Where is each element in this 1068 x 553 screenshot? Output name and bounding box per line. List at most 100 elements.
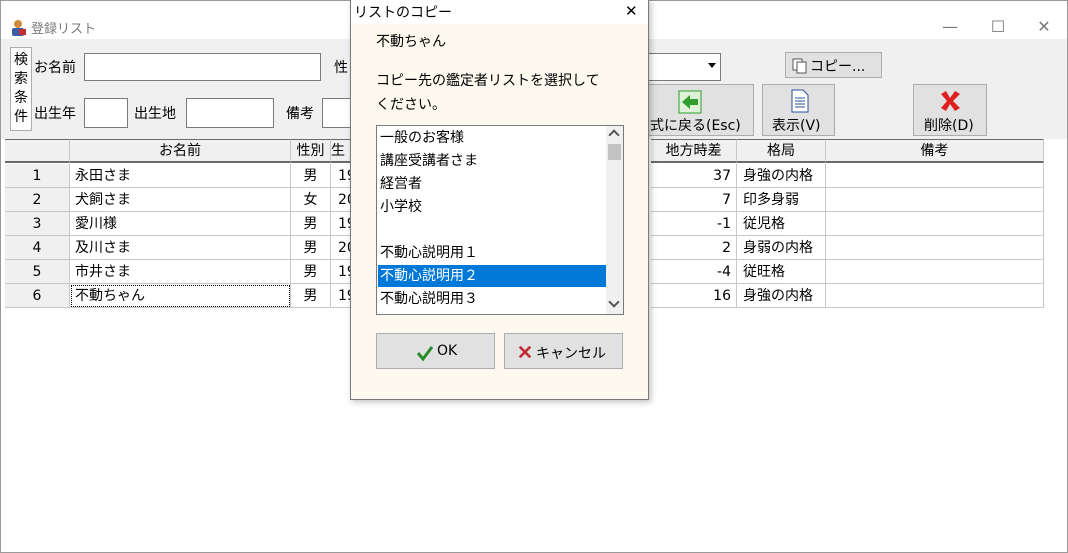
dialog-prompt-line2: ください。	[376, 97, 446, 113]
dialog-prompt-line1: コピー先の鑑定者リストを選択して	[376, 73, 600, 89]
cell-sex[interactable]: 男	[291, 212, 331, 236]
list-item-selected[interactable]: 不動心説明用２	[378, 265, 607, 287]
name-label: お名前	[34, 60, 76, 76]
dialog-body: 不動ちゃん コピー先の鑑定者リストを選択して ください。 一般のお客様 講座受講…	[351, 24, 648, 399]
cell-name[interactable]: 市井さま	[70, 260, 291, 284]
cell-sex[interactable]: 女	[291, 188, 331, 212]
cell-name[interactable]: 及川さま	[70, 236, 291, 260]
minimize-button[interactable]: —	[928, 15, 972, 39]
cell-kakkyoku[interactable]: 身強の内格	[737, 284, 826, 308]
cell-sex[interactable]: 男	[291, 236, 331, 260]
cell-birth[interactable]: 19	[331, 164, 351, 188]
back-button[interactable]: 式に戻る(Esc)	[648, 84, 754, 136]
cell-kakkyoku[interactable]: 従旺格	[737, 260, 826, 284]
cell-remarks[interactable]	[826, 236, 1044, 260]
header-sex[interactable]: 性別	[291, 139, 331, 163]
row-number: 4	[5, 236, 70, 260]
header-name[interactable]: お名前	[70, 139, 291, 163]
birth-year-input[interactable]	[84, 98, 128, 128]
check-icon	[416, 346, 434, 362]
cell-kakkyoku[interactable]: 身強の内格	[737, 164, 826, 188]
birthplace-label: 出生地	[134, 106, 176, 122]
cancel-button[interactable]: キャンセル	[504, 333, 623, 369]
cell-name-focused[interactable]: 不動ちゃん	[70, 284, 291, 308]
back-arrow-icon	[678, 90, 702, 114]
copy-button-label: コピー...	[810, 59, 866, 75]
list-item[interactable]: 経営者	[378, 173, 607, 195]
sex-select[interactable]	[648, 53, 721, 81]
cell-birth[interactable]: 19	[331, 284, 351, 308]
list-item[interactable]: 小学校	[378, 196, 607, 218]
ok-button[interactable]: OK	[376, 333, 495, 369]
cell-name[interactable]: 永田さま	[70, 164, 291, 188]
cell-remarks[interactable]	[826, 188, 1044, 212]
sex-label: 性	[334, 60, 348, 76]
cancel-x-icon	[518, 345, 532, 359]
dialog-close-icon[interactable]: ✕	[625, 2, 638, 20]
app-icon	[12, 20, 26, 36]
cell-name[interactable]: 愛川様	[70, 212, 291, 236]
dialog-subject-name: 不動ちゃん	[376, 34, 446, 50]
scroll-down-icon[interactable]	[608, 296, 620, 308]
row-number: 1	[5, 164, 70, 188]
cell-time-diff[interactable]: 37	[651, 164, 737, 188]
cell-birth[interactable]: 20	[331, 236, 351, 260]
cell-sex[interactable]: 男	[291, 284, 331, 308]
list-item[interactable]	[378, 219, 607, 241]
delete-button[interactable]: 削除(D)	[913, 84, 987, 136]
cell-remarks[interactable]	[826, 164, 1044, 188]
birth-year-label: 出生年	[34, 106, 76, 122]
cell-remarks[interactable]	[826, 260, 1044, 284]
header-birth[interactable]: 生	[331, 139, 351, 163]
birthplace-input[interactable]	[186, 98, 274, 128]
list-item[interactable]: 講座受講者さま	[378, 150, 607, 172]
cell-birth[interactable]: 20	[331, 188, 351, 212]
scrollbar-thumb[interactable]	[608, 144, 621, 160]
cell-time-diff[interactable]: -4	[651, 260, 737, 284]
search-condition-label: 検索条件	[14, 52, 28, 125]
list-item[interactable]: 不動心説明用１	[378, 242, 607, 264]
cell-time-diff[interactable]: 16	[651, 284, 737, 308]
header-remarks[interactable]: 備考	[826, 139, 1044, 163]
cell-birth[interactable]: 19	[331, 260, 351, 284]
copy-button[interactable]: コピー...	[785, 52, 882, 78]
header-time-diff[interactable]: 地方時差	[651, 139, 737, 163]
cell-kakkyoku[interactable]: 印多身弱	[737, 188, 826, 212]
cancel-button-label: キャンセル	[536, 346, 606, 362]
list-item[interactable]: 一般のお客様	[378, 127, 607, 149]
cell-name[interactable]: 犬飼さま	[70, 188, 291, 212]
row-number: 2	[5, 188, 70, 212]
row-number: 6	[5, 284, 70, 308]
chevron-down-icon	[708, 63, 716, 68]
cell-time-diff[interactable]: -1	[651, 212, 737, 236]
cell-sex[interactable]: 男	[291, 164, 331, 188]
dialog-title: リストのコピー	[354, 5, 452, 21]
remarks-input[interactable]	[322, 98, 352, 128]
ok-button-label: OK	[437, 343, 458, 359]
cell-birth[interactable]: 19	[331, 212, 351, 236]
document-icon	[791, 89, 809, 113]
close-button[interactable]: ✕	[1022, 15, 1066, 39]
view-button[interactable]: 表示(V)	[762, 84, 835, 136]
delete-x-icon	[941, 91, 960, 111]
main-window: 登録リスト — ☐ ✕ 検索条件 お名前 性 コピー... 出生年 出生地 備考	[0, 0, 1068, 553]
listbox-scrollbar[interactable]	[606, 126, 623, 314]
maximize-button[interactable]: ☐	[976, 15, 1020, 39]
target-list-listbox[interactable]: 一般のお客様 講座受講者さま 経営者 小学校 不動心説明用１ 不動心説明用２ 不…	[376, 125, 624, 315]
cell-kakkyoku[interactable]: 従児格	[737, 212, 826, 236]
scroll-up-icon[interactable]	[608, 129, 620, 141]
delete-button-label: 削除(D)	[924, 118, 974, 134]
header-kakkyoku[interactable]: 格局	[737, 139, 826, 163]
cell-kakkyoku[interactable]: 身弱の内格	[737, 236, 826, 260]
row-number: 3	[5, 212, 70, 236]
name-input[interactable]	[84, 53, 321, 81]
cell-remarks[interactable]	[826, 284, 1044, 308]
back-button-label: 式に戻る(Esc)	[650, 118, 741, 134]
copy-icon	[792, 58, 807, 74]
search-condition-button[interactable]: 検索条件	[10, 47, 32, 131]
cell-sex[interactable]: 男	[291, 260, 331, 284]
cell-time-diff[interactable]: 7	[651, 188, 737, 212]
cell-time-diff[interactable]: 2	[651, 236, 737, 260]
list-item[interactable]: 不動心説明用３	[378, 288, 607, 310]
cell-remarks[interactable]	[826, 212, 1044, 236]
